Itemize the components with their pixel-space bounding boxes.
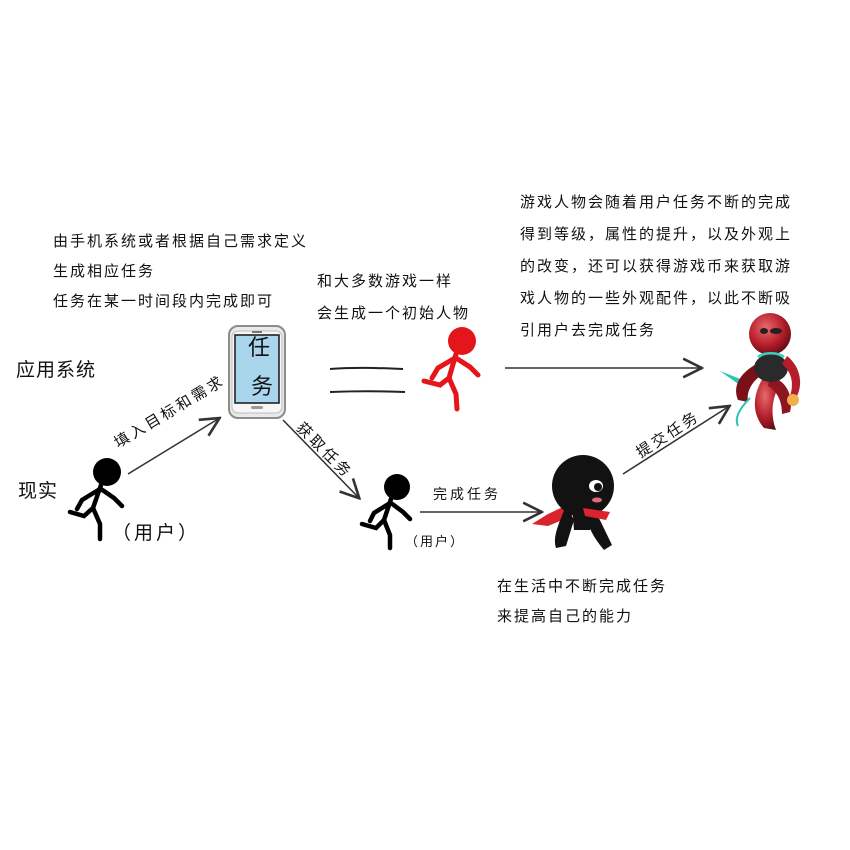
phone-task-char-1: 任	[248, 336, 271, 361]
life-note-line: 来提高自己的能力	[497, 607, 634, 625]
grown-character-figure	[720, 313, 801, 430]
character-note-line: 会生成一个初始人物	[317, 304, 471, 322]
growth-note-line: 得到等级，属性的提升，以及外观上	[520, 225, 793, 243]
user-label-2: （用户）	[405, 535, 466, 550]
equals-mark	[329, 366, 406, 393]
character-note-line: 和大多数游戏一样	[317, 272, 454, 290]
user-stick-figure-2	[359, 474, 413, 551]
life-note-line: 在生活中不断完成任务	[497, 577, 668, 595]
initial-character-figure	[421, 327, 481, 412]
app-system-label: 应用系统	[16, 359, 97, 381]
hero-character-figure	[532, 455, 614, 550]
phone-task-char-2: 务	[251, 375, 274, 400]
task-note-line: 生成相应任务	[53, 262, 156, 280]
growth-note-line: 游戏人物会随着用户任务不断的完成	[520, 193, 793, 211]
task-note-line: 任务在某一时间段内完成即可	[53, 292, 275, 310]
growth-note-line: 引用户去完成任务	[520, 321, 657, 339]
user-label: （用户）	[112, 522, 201, 544]
growth-note-line: 的改变，还可以获得游戏币来获取游	[520, 257, 793, 275]
growth-note-line: 戏人物的一些外观配件，以此不断吸	[520, 289, 793, 307]
arrow-label-complete-task: 完成任务	[433, 487, 501, 503]
reality-label: 现实	[18, 480, 59, 502]
task-note-line: 由手机系统或者根据自己需求定义	[53, 232, 309, 250]
